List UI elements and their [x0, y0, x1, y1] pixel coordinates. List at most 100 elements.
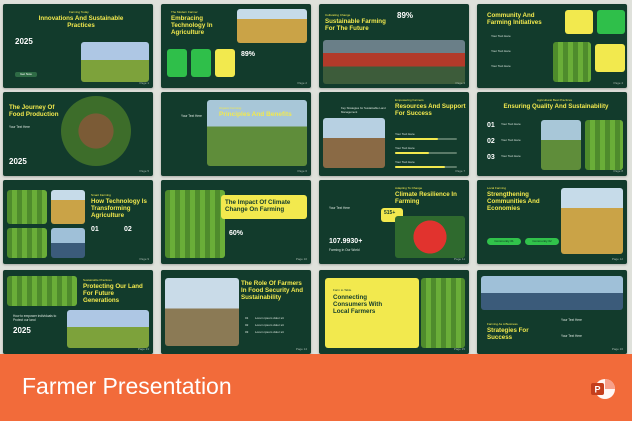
farmland-photo — [553, 42, 591, 82]
list-item: Your Text Here — [491, 64, 511, 68]
progress-bar — [395, 166, 457, 168]
green-card — [191, 49, 211, 77]
thumbnail-grid: Farming Today Innovations And Sustainabl… — [0, 0, 632, 421]
get-now-button[interactable]: Get Now — [15, 72, 37, 77]
greens-photo — [7, 190, 47, 224]
strawberry-photo — [395, 216, 465, 258]
slide-4: Community And Farming Initiatives Your T… — [477, 4, 627, 88]
grain-field-photo — [561, 188, 623, 254]
slide-9: Smart Farming How Technology Is Transfor… — [3, 180, 153, 264]
rice-field-photo — [7, 276, 77, 306]
yellow-card — [565, 10, 593, 34]
drone-photo — [51, 228, 85, 258]
slide-tag: Cultivating Change — [325, 13, 351, 17]
step-number: 01 — [487, 122, 495, 129]
slide-title: The Role Of Farmers In Food Security And… — [241, 280, 303, 301]
slide-title: Ensuring Quality And Sustainability — [503, 103, 609, 110]
list-item: Lorem ipsum dolor sit — [255, 330, 284, 334]
yellow-card — [595, 44, 625, 72]
list-item: Your Text Here — [491, 34, 511, 38]
strategy-tag: Key Strategies for Sustainable Land Mana… — [341, 106, 386, 114]
slide-tag: Empowering Farmers — [395, 98, 424, 102]
svg-text:P: P — [594, 385, 600, 395]
community-01-pill[interactable]: Community 01 — [487, 238, 521, 245]
slide-tag: Adapting To Change — [395, 186, 423, 190]
big-number: 107.9930+ — [329, 238, 363, 245]
slide-15: Farm to Table Connecting Consumers With … — [319, 270, 469, 354]
label: Your Text Here — [181, 114, 202, 118]
step-number: 01 — [91, 226, 99, 233]
slide-title: Protecting Our Land For Future Generatio… — [83, 283, 143, 304]
slide-16: Farming As A Business Strategies For Suc… — [477, 270, 627, 354]
step-number: 03 — [487, 154, 495, 161]
tractor-photo — [165, 278, 239, 346]
blue-tractor-photo — [481, 276, 623, 310]
slide-1: Farming Today Innovations And Sustainabl… — [3, 4, 153, 88]
seedling-hands-photo — [61, 96, 131, 166]
slide-11: Your Text Here 107.9930+ Farming In Our … — [319, 180, 469, 264]
greenhouse-photo — [81, 42, 149, 82]
slide-tag: Farm to Table — [333, 288, 352, 292]
powerpoint-icon: P — [591, 379, 615, 399]
dry-field-photo — [165, 190, 225, 258]
slide-title: Strengthening Communities And Economies — [487, 191, 540, 212]
list-item: Lorem ipsum dolor sit — [255, 323, 284, 327]
green-card — [597, 10, 625, 34]
page-number: Page 7 — [455, 169, 465, 173]
year: 2025 — [9, 157, 27, 166]
plowed-field-photo — [323, 118, 385, 168]
slide-tag: The Modern Farmer — [171, 10, 198, 14]
stat-value: 89% — [397, 11, 414, 20]
slide-3: Cultivating Change Sustainable Farming F… — [319, 4, 469, 88]
title-card: The Impact Of Climate Change On Farming — [221, 195, 307, 219]
page-number: Page 1 — [139, 81, 149, 85]
step-number: 02 — [487, 138, 495, 145]
community-02-pill[interactable]: Community 02 — [525, 238, 559, 245]
list-item: Your Text Here — [395, 132, 415, 136]
slide-5: The Journey Of Food Production Your Text… — [3, 92, 153, 176]
slide-13: Sustainable Practices Protecting Our Lan… — [3, 270, 153, 354]
list-item: Your Text Here — [501, 154, 521, 158]
page-number: Page 15 — [453, 347, 465, 351]
list-item: Your Text Here — [491, 49, 511, 53]
slide-tag: Agricultural Best Practices — [537, 98, 573, 102]
label: Your Text Here — [561, 318, 582, 322]
slide-title: Embracing Technology In Agriculture — [171, 15, 213, 36]
stat-value: 89% — [241, 51, 256, 58]
farmer-field-photo — [67, 310, 149, 348]
page-number: Page 16 — [611, 347, 623, 351]
slide-title: Community And Farming Initiatives — [487, 12, 542, 26]
year: 2025 — [15, 37, 33, 46]
step-number: 03 — [245, 330, 249, 334]
page-number: Page 5 — [139, 169, 149, 173]
progress-bar — [395, 138, 457, 140]
slide-14: The Role Of Farmers In Food Security And… — [161, 270, 311, 354]
page-number: Page 8 — [613, 169, 623, 173]
slide-12: Local Farming Strengthening Communities … — [477, 180, 627, 264]
green-card — [167, 49, 187, 77]
page-number: Page 4 — [613, 81, 623, 85]
list-item: Your Text Here — [395, 160, 415, 164]
slide-7: Key Strategies for Sustainable Land Mana… — [319, 92, 469, 176]
footer-title: Farmer Presentation — [22, 373, 232, 399]
number-label: Farming In Our World — [329, 248, 360, 252]
slide-title: Connecting Consumers With Local Farmers — [333, 294, 383, 315]
step-number: 02 — [245, 323, 249, 327]
title-card: Farm to Table Connecting Consumers With … — [325, 278, 419, 348]
wheat-photo — [51, 190, 85, 224]
page-number: Page 10 — [295, 257, 307, 261]
slide-10: The Impact Of Climate Change On Farming … — [161, 180, 311, 264]
stat-value: 60% — [229, 230, 244, 237]
progress-bar — [395, 152, 457, 154]
slide-tag: Sustainable Practices — [83, 278, 112, 282]
yellow-card — [215, 49, 235, 77]
slide-tag: Local Farming — [487, 186, 507, 190]
page-number: Page 2 — [297, 81, 307, 85]
slide-title: Sustainable Farming For The Future — [325, 18, 386, 32]
slide-6: Your Text Here Organic Farming Principle… — [161, 92, 311, 176]
year: 2025 — [13, 326, 31, 335]
slide-tag: Smart Farming — [91, 193, 111, 197]
slide-title: How Technology Is Transforming Agricultu… — [91, 198, 147, 219]
slide-title: Resources And Support For Success — [395, 103, 466, 117]
grass-photo — [421, 278, 465, 348]
